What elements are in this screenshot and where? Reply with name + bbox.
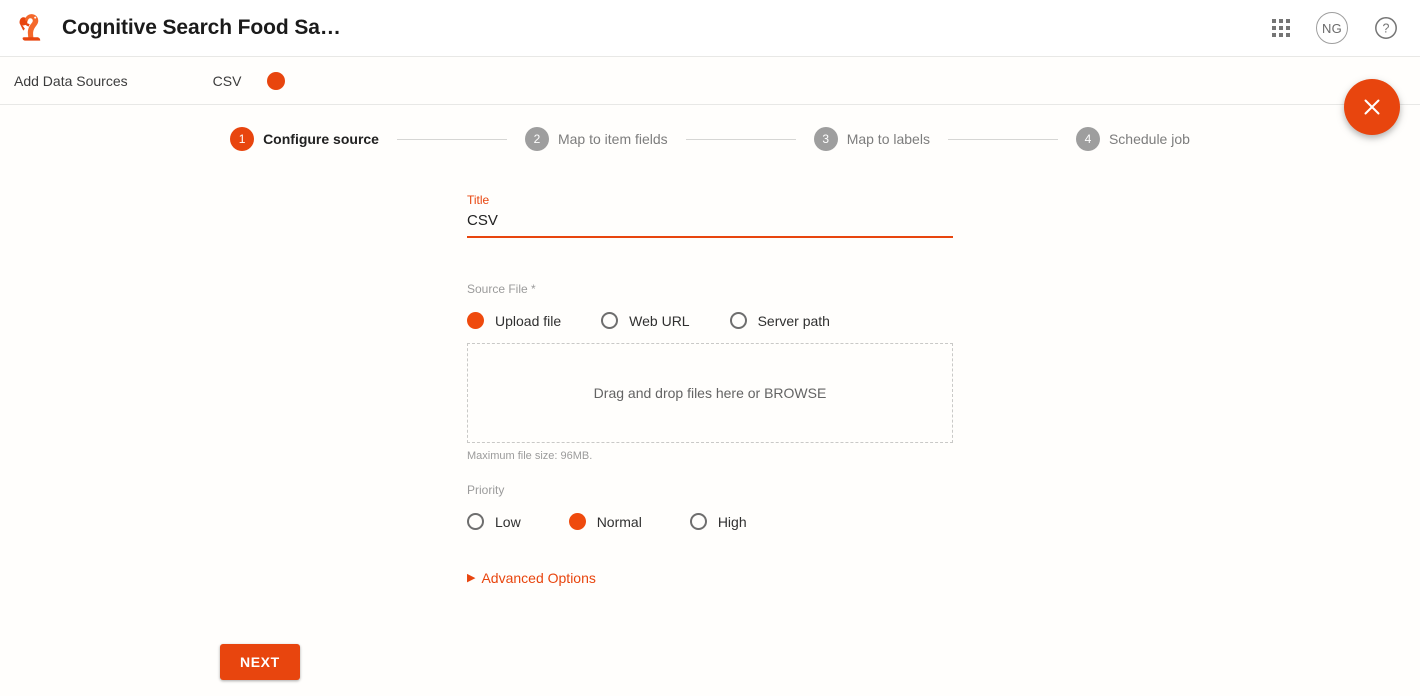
priority-radio-group: Low Normal High xyxy=(467,513,953,530)
step-configure-source[interactable]: 1 Configure source xyxy=(230,127,379,151)
step-number: 1 xyxy=(230,127,255,151)
radio-priority-low[interactable]: Low xyxy=(467,513,521,530)
step-label: Configure source xyxy=(263,131,379,147)
next-button[interactable]: NEXT xyxy=(220,644,300,680)
radio-label: Low xyxy=(495,513,521,530)
status-badge xyxy=(267,71,286,90)
radio-label: Upload file xyxy=(495,312,562,329)
app-bar: Cognitive Search Food Sa… NG ? xyxy=(0,0,1420,57)
step-label: Map to labels xyxy=(846,131,930,147)
radio-priority-normal[interactable]: Normal xyxy=(568,513,642,530)
apps-grid-cell xyxy=(1279,19,1283,23)
title-field-label: Title xyxy=(467,193,490,207)
sub-bar: Add Data Sources CSV xyxy=(0,57,1420,105)
avatar[interactable]: NG xyxy=(1316,12,1348,44)
close-button[interactable] xyxy=(1344,79,1400,135)
apps-grid-cell xyxy=(1272,26,1276,30)
radio-label: Normal xyxy=(596,513,642,530)
file-dropzone[interactable]: Drag and drop files here or BROWSE xyxy=(467,343,953,443)
radio-web-url[interactable]: Web URL xyxy=(601,312,690,329)
help-circle-icon[interactable]: ? xyxy=(1374,16,1398,40)
stepper: 1 Configure source 2 Map to item fields … xyxy=(0,105,1420,165)
app-bar-actions: NG ? xyxy=(1272,12,1404,44)
step-map-to-labels[interactable]: 3 Map to labels xyxy=(813,127,930,151)
radio-mark-icon xyxy=(467,513,484,530)
sub-bar-title: Add Data Sources xyxy=(14,72,128,89)
apps-grid-icon[interactable] xyxy=(1272,19,1290,37)
page-title: Cognitive Search Food Sa… xyxy=(62,16,341,39)
radio-label: Web URL xyxy=(629,312,690,329)
apps-grid-cell xyxy=(1286,26,1290,30)
step-label: Map to item fields xyxy=(557,131,668,147)
configure-source-form: Title Source File * Upload file Web URL … xyxy=(467,165,953,586)
apps-grid-cell xyxy=(1272,19,1276,23)
step-number: 3 xyxy=(813,127,838,151)
apps-grid-cell xyxy=(1272,33,1276,37)
step-connector xyxy=(947,138,1058,140)
advanced-options-toggle[interactable]: ▶ Advanced Options xyxy=(467,570,596,586)
page-root: Cognitive Search Food Sa… NG ? Add Data xyxy=(0,0,1420,696)
radio-server-path[interactable]: Server path xyxy=(729,312,830,329)
apps-grid-cell xyxy=(1286,19,1290,23)
apps-grid-cell xyxy=(1279,33,1283,37)
source-file-label: Source File * xyxy=(467,282,536,296)
max-file-size-hint: Maximum file size: 96MB. xyxy=(467,450,593,462)
step-schedule-job[interactable]: 4 Schedule job xyxy=(1075,127,1190,151)
advanced-options-label: Advanced Options xyxy=(481,570,596,586)
squirrel-logo-icon[interactable] xyxy=(10,8,50,48)
step-label: Schedule job xyxy=(1108,131,1190,147)
step-number: 4 xyxy=(1075,127,1100,151)
radio-mark-icon xyxy=(568,513,586,530)
source-file-radio-group: Upload file Web URL Server path xyxy=(467,312,953,329)
step-number: 2 xyxy=(524,127,549,151)
title-input[interactable] xyxy=(467,208,953,238)
squirrel-logo-svg xyxy=(19,14,41,41)
priority-label: Priority xyxy=(467,483,505,497)
radio-priority-high[interactable]: High xyxy=(689,513,747,530)
step-connector xyxy=(396,138,507,140)
radio-label: High xyxy=(717,513,747,530)
apps-grid-cell xyxy=(1286,33,1290,37)
form-footer: NEXT xyxy=(0,628,1420,696)
apps-grid-cell xyxy=(1279,26,1283,30)
radio-mark-icon xyxy=(729,312,747,329)
radio-mark-icon xyxy=(467,312,484,329)
close-x-icon xyxy=(1364,99,1380,115)
radio-label: Server path xyxy=(757,312,830,329)
step-map-to-item-fields[interactable]: 2 Map to item fields xyxy=(524,127,668,151)
radio-upload-file[interactable]: Upload file xyxy=(467,312,561,329)
svg-text:?: ? xyxy=(1383,22,1390,36)
breadcrumb: CSV xyxy=(212,72,242,89)
triangle-right-icon: ▶ xyxy=(467,571,476,584)
radio-mark-icon xyxy=(601,312,619,329)
radio-mark-icon xyxy=(689,513,707,530)
step-connector xyxy=(685,138,796,140)
dropzone-text: Drag and drop files here or BROWSE xyxy=(593,385,827,401)
